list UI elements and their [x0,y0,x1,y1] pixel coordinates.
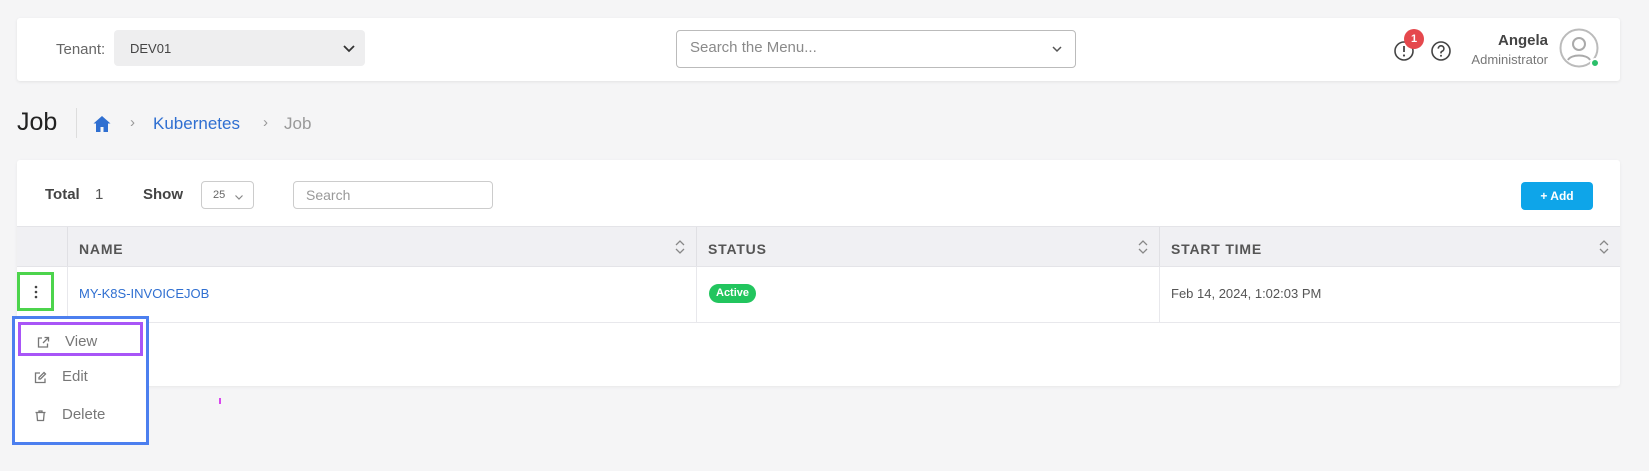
chevron-down-icon [343,45,355,53]
tenant-value: DEV01 [130,41,172,56]
menu-item-label: View [65,333,98,350]
tenant-select[interactable]: DEV01 [114,30,365,66]
column-header-label: NAME [79,241,124,257]
breadcrumb-separator: › [130,114,135,131]
cursor-mark [219,398,221,404]
online-status-dot [1590,58,1600,68]
job-table-card: Total 1 Show 25 + Add NAME STATUS START … [17,160,1620,386]
sort-icon[interactable] [1137,239,1149,255]
row-actions-menu: View Edit Delete [12,316,149,445]
status-badge: Active [709,284,757,303]
help-icon[interactable] [1430,40,1452,62]
chevron-down-icon [1052,46,1062,53]
column-header-start-time[interactable]: START TIME [1159,227,1620,266]
breadcrumb-separator: › [263,114,268,131]
row-actions-button[interactable] [17,272,54,311]
top-bar: Tenant: DEV01 1 Angela Administrator [17,18,1620,81]
menu-item-label: Edit [62,368,88,385]
job-name-link[interactable]: MY-K8S-INVOICEJOB [79,286,209,301]
table-search-input[interactable] [293,181,493,209]
start-time-value: Feb 14, 2024, 1:02:03 PM [1171,286,1322,301]
user-role: Administrator [1471,52,1548,67]
add-button[interactable]: + Add [1521,182,1593,210]
sort-icon[interactable] [674,239,686,255]
menu-search-input[interactable] [690,39,1030,56]
page-size-value: 25 [213,189,226,201]
title-divider [76,108,77,138]
alert-count-badge: 1 [1404,29,1424,49]
column-header-label: STATUS [708,241,767,257]
more-vertical-icon [34,285,38,299]
menu-item-delete[interactable]: Delete [18,398,143,432]
show-label: Show [143,186,183,203]
start-time-cell: Feb 14, 2024, 1:02:03 PM [1159,267,1620,322]
breadcrumb-kubernetes[interactable]: Kubernetes [153,114,240,134]
tenant-label: Tenant: [56,41,106,58]
table-row: MY-K8S-INVOICEJOB Active Feb 14, 2024, 1… [17,267,1620,323]
total-count: 1 [95,186,104,203]
column-header-name[interactable]: NAME [67,227,696,266]
name-cell: MY-K8S-INVOICEJOB [67,267,696,322]
menu-item-view[interactable]: View [18,322,143,356]
column-header-label: START TIME [1171,241,1262,257]
page-size-select[interactable]: 25 [201,181,254,209]
trash-icon [35,410,46,422]
edit-icon [34,371,47,384]
column-header-status[interactable]: STATUS [696,227,1159,266]
table-header: NAME STATUS START TIME [17,226,1620,267]
menu-item-label: Delete [62,406,106,423]
total-label: Total [45,186,80,203]
status-cell: Active [696,267,1159,322]
external-link-icon [37,336,50,348]
home-icon[interactable] [92,114,112,134]
sort-icon[interactable] [1598,239,1610,255]
breadcrumb-job: Job [284,114,312,133]
page-title: Job [17,108,58,136]
chevron-down-icon [235,195,243,200]
user-name: Angela [1497,32,1548,49]
menu-item-edit[interactable]: Edit [18,360,143,394]
menu-search[interactable] [676,30,1076,68]
